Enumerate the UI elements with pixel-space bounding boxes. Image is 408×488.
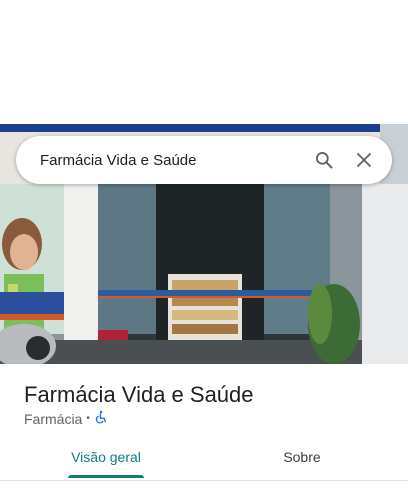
tab-about[interactable]: Sobre (246, 442, 358, 480)
tab-about-label: Sobre (283, 449, 321, 465)
tab-overview[interactable]: Visão geral (50, 442, 162, 480)
separator-dot: • (86, 413, 90, 424)
place-info-panel: Farmácia Vida e Saúde Farmácia • Visão g… (0, 364, 408, 488)
place-subtitle: Farmácia • (24, 410, 108, 427)
search-icon[interactable] (304, 140, 344, 180)
tabs-divider (0, 480, 408, 481)
place-category[interactable]: Farmácia (24, 411, 82, 427)
search-bar[interactable]: Farmácia Vida e Saúde (16, 136, 392, 184)
wheelchair-icon (94, 410, 108, 427)
search-input[interactable]: Farmácia Vida e Saúde (40, 152, 304, 169)
place-title: Farmácia Vida e Saúde (24, 382, 254, 407)
tab-bar: Visão geral Sobre (0, 442, 408, 480)
tab-overview-label: Visão geral (71, 449, 141, 465)
active-tab-indicator (68, 475, 144, 478)
close-icon[interactable] (344, 140, 384, 180)
